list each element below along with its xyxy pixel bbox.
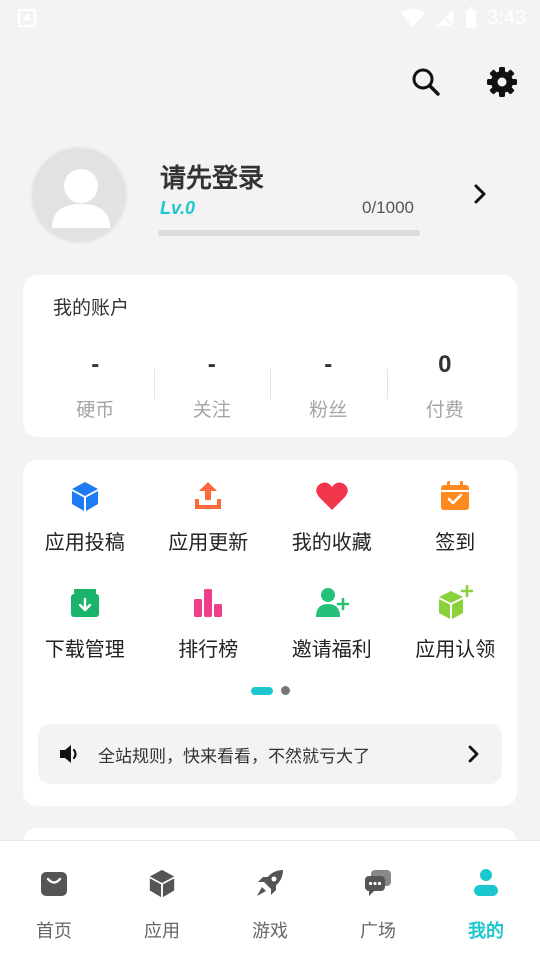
chevron-right-icon	[468, 745, 479, 763]
heart-icon	[315, 482, 348, 510]
stat-value: -	[91, 351, 100, 378]
page-indicator	[23, 686, 517, 695]
status-bar: A 3:43	[0, 0, 540, 36]
nav-label: 我的	[468, 921, 504, 942]
stat-value: 0	[438, 351, 452, 378]
rocket-icon	[257, 870, 283, 896]
shopping-bag-icon	[41, 872, 67, 896]
chat-icon	[365, 870, 391, 896]
stat-label: 硬币	[76, 399, 115, 421]
feature-ranking[interactable]: 排行榜	[147, 585, 271, 662]
feature-label: 排行榜	[178, 637, 239, 661]
upload-icon	[195, 482, 222, 509]
download-box-icon	[70, 589, 99, 617]
feature-label: 应用认领	[415, 637, 496, 661]
battery-icon	[466, 7, 477, 28]
stat-paid[interactable]: 0 付费	[386, 351, 504, 422]
cube-icon	[71, 482, 98, 511]
stat-value: -	[324, 351, 333, 378]
feature-grid: 应用投稿 应用更新 我的收藏 签到 下载管理 排行榜 邀请福利 应用认领	[23, 478, 517, 662]
chevron-right-icon[interactable]	[468, 182, 492, 206]
feature-update-app[interactable]: 应用更新	[147, 478, 271, 555]
exp-count: 0/1000	[362, 198, 414, 217]
user-level: Lv.0	[160, 198, 196, 218]
stat-coins[interactable]: - 硬币	[37, 351, 154, 422]
feature-label: 应用更新	[168, 530, 249, 554]
bar-chart-icon	[194, 589, 223, 617]
exp-progress-bar	[158, 230, 420, 236]
settings-button[interactable]	[484, 64, 520, 100]
page-dot-active[interactable]	[250, 686, 273, 695]
bottom-nav: 首页 应用 游戏 广场 我的	[0, 840, 540, 960]
feature-label: 下载管理	[44, 637, 125, 661]
add-user-icon	[315, 588, 349, 617]
account-stats: - 硬币 - 关注 - 粉丝 0 付费	[37, 351, 503, 422]
search-button[interactable]	[408, 64, 444, 100]
speaker-icon	[60, 745, 77, 763]
nav-mine[interactable]: 我的	[432, 841, 540, 960]
login-prompt[interactable]: 请先登录	[160, 158, 264, 195]
page-dot[interactable]	[280, 686, 290, 695]
feature-downloads[interactable]: 下载管理	[23, 585, 147, 662]
calendar-check-icon	[441, 481, 470, 510]
feature-label: 签到	[435, 530, 476, 554]
announcement-text: 全站规则，快来看看，不然就亏大了	[98, 746, 370, 767]
feature-checkin[interactable]: 签到	[394, 478, 518, 555]
nav-games[interactable]: 游戏	[216, 841, 324, 960]
feature-label: 我的收藏	[291, 530, 372, 554]
feature-invite[interactable]: 邀请福利	[270, 585, 394, 662]
feature-label: 邀请福利	[291, 637, 372, 661]
account-card: 我的账户 - 硬币 - 关注 - 粉丝 0 付费	[23, 275, 517, 437]
nav-apps[interactable]: 应用	[108, 841, 216, 960]
nav-home[interactable]: 首页	[0, 841, 108, 960]
search-icon	[412, 68, 440, 96]
claim-cube-icon	[439, 585, 474, 619]
features-card: 应用投稿 应用更新 我的收藏 签到 下载管理 排行榜 邀请福利 应用认领 全站规…	[23, 460, 517, 806]
default-avatar-icon	[52, 169, 110, 228]
stat-label: 付费	[425, 399, 464, 421]
nav-label: 游戏	[252, 921, 288, 942]
feature-label: 应用投稿	[44, 530, 125, 554]
wifi-icon	[401, 8, 426, 27]
stat-label: 关注	[192, 399, 231, 421]
stat-following[interactable]: - 关注	[153, 351, 271, 422]
status-time: 3:43	[487, 6, 526, 29]
nav-label: 应用	[144, 921, 180, 942]
stat-fans[interactable]: - 粉丝	[270, 351, 387, 422]
announcement-bar[interactable]: 全站规则，快来看看，不然就亏大了	[38, 724, 502, 784]
box-icon	[149, 869, 175, 898]
notification-icon: A	[18, 9, 36, 27]
gear-icon	[487, 67, 517, 97]
stat-value: -	[207, 351, 216, 378]
avatar[interactable]	[30, 146, 128, 244]
stat-label: 粉丝	[309, 399, 348, 421]
nav-square[interactable]: 广场	[324, 841, 432, 960]
no-signal-icon	[436, 9, 454, 27]
nav-label: 首页	[36, 921, 72, 942]
nav-label: 广场	[360, 921, 396, 942]
profile-header[interactable]: 请先登录 Lv.0 0/1000	[30, 146, 520, 246]
account-title: 我的账户	[53, 297, 130, 319]
person-icon	[474, 869, 498, 896]
feature-submit-app[interactable]: 应用投稿	[23, 478, 147, 555]
feature-favorites[interactable]: 我的收藏	[270, 478, 394, 555]
feature-claim-app[interactable]: 应用认领	[394, 585, 518, 662]
